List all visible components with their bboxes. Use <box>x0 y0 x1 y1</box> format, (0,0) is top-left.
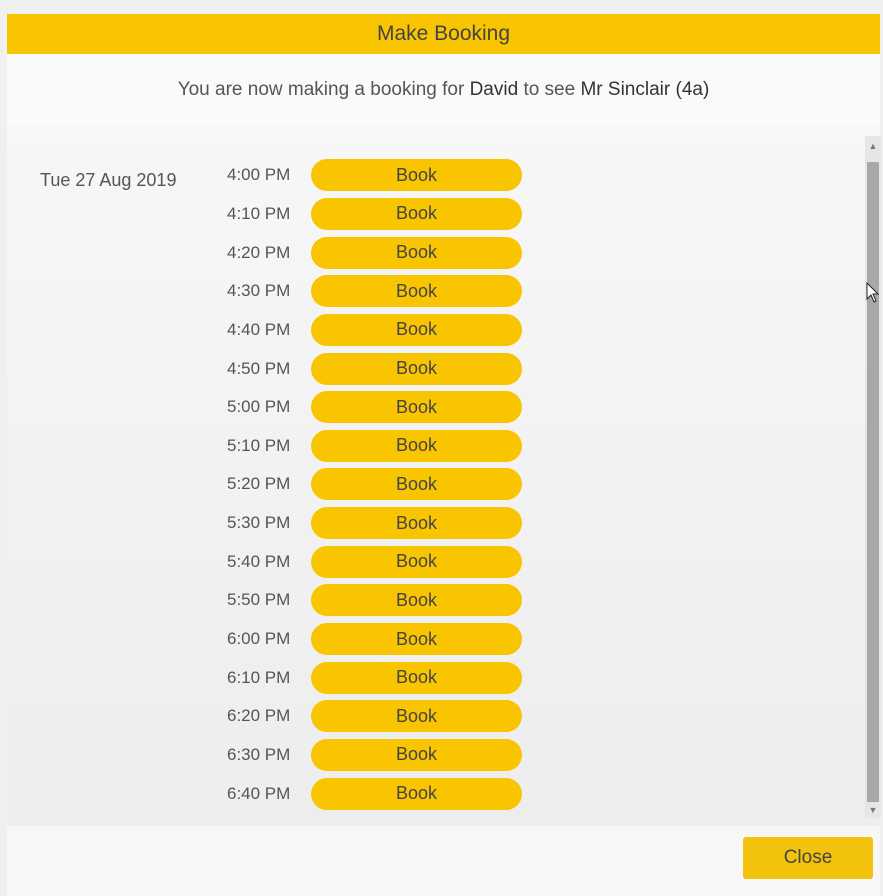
slot-time: 5:30 PM <box>227 513 291 533</box>
book-button[interactable]: Book <box>311 197 522 230</box>
slot-time: 5:00 PM <box>227 397 291 417</box>
intro-prefix: You are now making a booking for <box>177 79 465 100</box>
modal-header: Make Booking <box>7 14 880 54</box>
book-button[interactable]: Book <box>311 623 522 655</box>
booking-modal: Make Booking You are now making a bookin… <box>7 14 881 896</box>
slot-time: 4:10 PM <box>227 203 291 223</box>
book-button[interactable]: Book <box>311 313 522 346</box>
slot-row: 5:30 PM Book <box>227 504 522 543</box>
slot-row: 5:10 PM Book <box>227 426 522 465</box>
book-button[interactable]: Book <box>311 352 522 385</box>
book-button[interactable]: Book <box>311 159 522 192</box>
book-button[interactable]: Book <box>311 391 522 424</box>
slot-row: 5:20 PM Book <box>227 465 522 504</box>
slot-row: 4:00 PM Book <box>227 156 522 195</box>
slot-row: 6:00 PM Book <box>227 620 522 659</box>
slot-time: 6:20 PM <box>227 706 291 726</box>
student-name: David <box>469 79 519 100</box>
slot-row: 6:20 PM Book <box>227 697 522 736</box>
slot-row: 6:30 PM Book <box>227 736 522 775</box>
slot-time: 6:10 PM <box>227 667 291 687</box>
book-button[interactable]: Book <box>311 661 522 694</box>
caret-up-icon[interactable]: ▲ <box>865 138 881 154</box>
slot-row: 6:10 PM Book <box>227 658 522 697</box>
book-button[interactable]: Book <box>311 700 522 733</box>
slot-row: 5:00 PM Book <box>227 388 522 427</box>
slot-row: 4:40 PM Book <box>227 311 522 350</box>
slot-time: 4:30 PM <box>227 281 291 301</box>
slot-time: 5:20 PM <box>227 474 291 494</box>
book-button[interactable]: Book <box>311 777 522 810</box>
booking-intro: You are now making a booking for David t… <box>7 54 880 127</box>
slot-row: 5:40 PM Book <box>227 542 522 581</box>
slot-time: 4:00 PM <box>227 165 291 185</box>
modal-title: Make Booking <box>376 22 511 45</box>
slot-time: 6:30 PM <box>227 744 291 764</box>
slot-row: 4:50 PM Book <box>227 349 522 388</box>
slot-time: 4:50 PM <box>227 358 291 378</box>
book-button[interactable]: Book <box>311 236 522 269</box>
mouse-pointer-icon <box>866 282 880 303</box>
slot-time: 5:10 PM <box>227 435 291 455</box>
book-button[interactable]: Book <box>311 429 522 462</box>
date-label: Tue 27 Aug 2019 <box>40 170 177 190</box>
slot-row: 4:30 PM Book <box>227 272 522 311</box>
caret-down-icon[interactable]: ▼ <box>865 802 881 818</box>
slot-time: 4:20 PM <box>227 242 291 262</box>
scrollbar[interactable]: ▲ ▼ <box>865 136 881 818</box>
book-button[interactable]: Book <box>311 468 522 501</box>
book-button[interactable]: Book <box>311 738 522 771</box>
slot-time: 5:50 PM <box>227 590 291 610</box>
scroll-thumb[interactable] <box>867 162 879 802</box>
slot-time: 5:40 PM <box>227 551 291 571</box>
teacher-name: Mr Sinclair (4a) <box>580 79 710 100</box>
book-button[interactable]: Book <box>311 545 522 578</box>
intro-middle: to see <box>523 79 576 100</box>
slot-row: 4:20 PM Book <box>227 233 522 272</box>
slot-row: 5:50 PM Book <box>227 581 522 620</box>
slot-time: 6:40 PM <box>227 783 291 803</box>
slot-row: 6:40 PM Book <box>227 774 522 813</box>
book-button[interactable]: Book <box>311 275 522 308</box>
book-button[interactable]: Book <box>311 584 522 617</box>
slot-time: 4:40 PM <box>227 319 291 339</box>
slot-row: 4:10 PM Book <box>227 195 522 234</box>
close-button[interactable]: Close <box>743 837 873 879</box>
book-button[interactable]: Book <box>311 507 522 540</box>
slot-list-area: Tue 27 Aug 2019 4:00 PM Book 4:10 PM Book 4:… <box>7 126 880 826</box>
slot-list: 4:00 PM Book 4:10 PM Book 4:20 PM Book 4:30 PM… <box>227 156 522 813</box>
slot-time: 6:00 PM <box>227 629 291 648</box>
